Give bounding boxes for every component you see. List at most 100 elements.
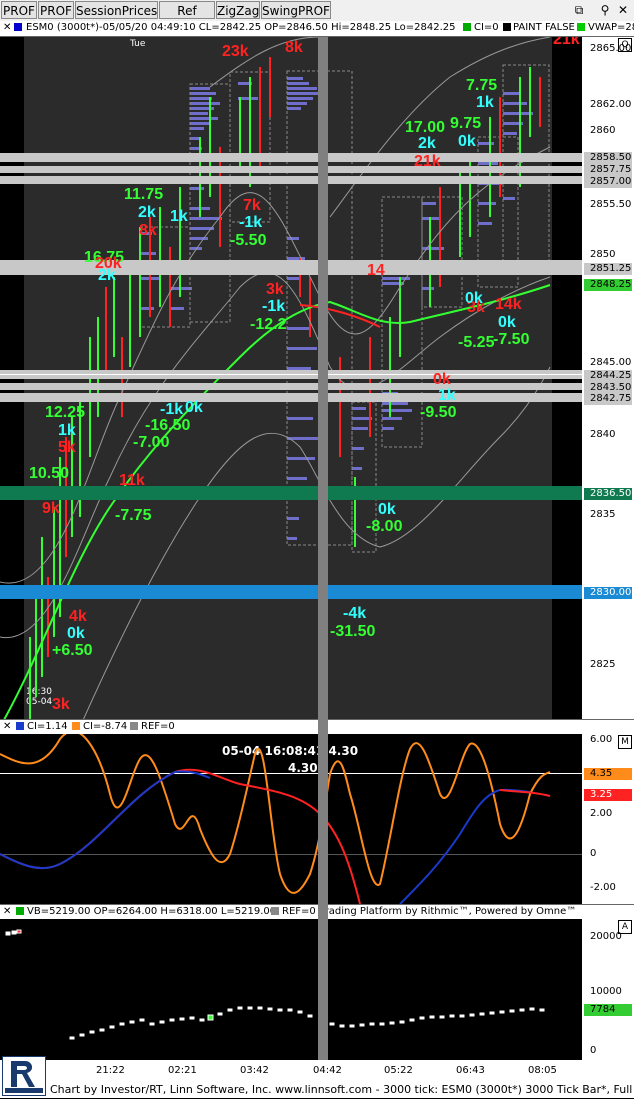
chart-label: 2k [418, 135, 436, 152]
volume-header-text: VB=5219.00 OP=6264.00 H=6318.00 L=5219.0… [27, 906, 277, 917]
chart-label: 0k [185, 399, 203, 416]
footer-text: Chart by Investor/RT, Linn Software, Inc… [50, 1083, 634, 1096]
chart-label: 20k [95, 255, 122, 272]
pin-icon[interactable]: ⚲ [596, 2, 614, 18]
chart-header-text: ESM0 (3000t*)-05/05/20 04:49:10 CL=2842.… [26, 22, 456, 33]
price-box: 2845.00 [590, 357, 632, 368]
indicator-tick: 2.00 [590, 808, 613, 819]
time-tick: 06:43 [456, 1065, 485, 1076]
price-box: 2830.00 [584, 587, 632, 599]
volume-panel[interactable] [0, 919, 582, 1060]
chart-label: 0k [465, 290, 483, 307]
ref-lines-button[interactable]: Ref Lines [159, 1, 215, 36]
footer: Chart by Investor/RT, Linn Software, Inc… [0, 1082, 634, 1098]
volume-axis: A 20000 10000 7784 0 [582, 919, 634, 1060]
price-box: 2848.25 [584, 279, 632, 291]
indicator-tick: 6.00 [590, 734, 613, 745]
chart-label: 9k [42, 500, 60, 517]
price-chart[interactable]: Tue 16:30 05-04 23k 8k 21k 7.75 1k 9.75 … [0, 37, 582, 719]
ref-band-2858 [0, 153, 582, 162]
session-prices-button[interactable]: SessionPrices [75, 1, 158, 19]
chart-label: 8k [139, 222, 157, 239]
chart-label: 3k [266, 281, 284, 298]
chart-label: -4k [343, 605, 367, 622]
volume-close-icon[interactable]: ✕ [3, 906, 11, 917]
toolbar: PROF PROF SessionPrices Ref Lines ZigZag… [0, 0, 634, 36]
vol-ref-label: REF=0 [282, 906, 316, 917]
price-box: 2842.75 [584, 393, 632, 405]
price-box: 2851.25 [584, 263, 632, 275]
prof-button-1[interactable]: PROF [1, 1, 37, 19]
indicator-box-orange: 4.35 [584, 768, 632, 780]
chart-label: 0k [458, 133, 476, 150]
chart-label: 0k [498, 314, 516, 331]
indicator-close-icon[interactable]: ✕ [3, 721, 11, 732]
time-tick: 04:42 [313, 1065, 342, 1076]
chart-label: 23k [222, 43, 249, 60]
volume-zero-box: 0 [590, 1045, 597, 1056]
chart-label: -31.50 [330, 623, 376, 640]
indicator-panel[interactable]: 05-04 16:08:41 4.30 4.30 [0, 734, 582, 904]
price-box: 2855.50 [590, 199, 632, 210]
indicator-zero-box: 0 [590, 848, 597, 859]
prof-button-2[interactable]: PROF [38, 1, 74, 19]
m-button[interactable]: M [618, 735, 632, 749]
indicator-header: ✕ CI=1.14 CI=-8.74 REF=0 [0, 719, 634, 735]
ref-label: REF=0 [141, 721, 175, 732]
chart-label: 0k [378, 501, 396, 518]
chart-label: 9.75 [450, 115, 482, 132]
price-tick: 2835 [590, 509, 616, 520]
chart-label: -1k [239, 214, 263, 231]
series-swatch [14, 22, 24, 33]
chart-label: 1k [476, 94, 494, 111]
close-window-icon[interactable]: ✕ [614, 2, 632, 18]
chart-label: 14 [367, 262, 385, 279]
indicator-box-red: 3.25 [584, 789, 632, 801]
indicator-lines [0, 734, 551, 904]
time-tick: 03:42 [240, 1065, 269, 1076]
chart-label: 0k [67, 625, 85, 642]
ci2-label: CI=-8.74 [83, 721, 128, 732]
chart-label: -16.50 [145, 417, 191, 434]
price-tick: 2850 [590, 249, 616, 260]
zigzag-button[interactable]: ZigZag [216, 1, 260, 19]
restore-window-icon[interactable]: ⧉ [570, 2, 588, 18]
ref-swatch [130, 721, 140, 732]
ref-band-2842-75 [0, 393, 582, 402]
chart-label: 12.25 [45, 404, 86, 421]
chart-label: 4k [69, 608, 87, 625]
volume-box: 7784 [584, 1004, 632, 1016]
ref-band-2843-5 [0, 383, 582, 390]
time-tick: 08:05 [528, 1065, 557, 1076]
ci-swatch [463, 22, 473, 33]
chart-label: 1k [438, 387, 456, 404]
chart-label: 1k [170, 208, 188, 225]
chart-label: 2k [138, 204, 156, 221]
chart-label: 14k [495, 296, 522, 313]
paint-label: PAINT FALSE [513, 22, 575, 33]
ci1-label: CI=1.14 [27, 721, 68, 732]
chart-label: -8.00 [366, 518, 403, 535]
vwap-label: VWAP=28 [588, 22, 634, 33]
chart-label: -12.2 [250, 316, 287, 333]
chart-close-icon[interactable]: ✕ [3, 22, 11, 33]
time-tick: 21:22 [96, 1065, 125, 1076]
chart-label: 3k [52, 696, 70, 713]
time-tick: 02:21 [168, 1065, 197, 1076]
chart-header: ✕ ESM0 (3000t*)-05/05/20 04:49:10 CL=284… [0, 21, 634, 37]
price-box: 2865.00 [590, 43, 632, 54]
chart-label: -7.00 [133, 434, 170, 451]
time-scroll-handle[interactable] [318, 37, 328, 1060]
chart-label: -5.25 [458, 334, 495, 351]
price-tick: 2860 [590, 125, 616, 136]
volume-bars [5, 929, 545, 1040]
chart-label: 10.50 [29, 465, 70, 482]
platform-label: Trading Platform by Rithmic™, Powered by… [320, 906, 577, 917]
volume-header: ✕ VB=5219.00 OP=6264.00 H=6318.00 L=5219… [0, 904, 634, 920]
chart-label: 1k [58, 422, 76, 439]
price-axis[interactable]: Q 2865.00 2862.00 2860 2858.50 2857.75 2… [582, 37, 634, 719]
ci-label: CI=0 [474, 22, 499, 33]
swingprof-button[interactable]: SwingPROF [261, 1, 331, 19]
chart-label: 11k [119, 472, 145, 489]
ref-band-2857 [0, 176, 582, 184]
